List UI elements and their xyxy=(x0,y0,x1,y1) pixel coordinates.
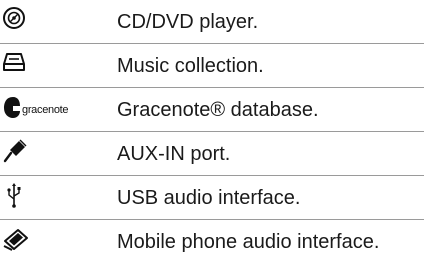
legend-label: Gracenote® database. xyxy=(117,99,319,121)
gracenote-logo-icon: gracenote xyxy=(0,88,96,132)
legend-row-mobile-phone: Mobile phone audio interface. xyxy=(0,220,424,264)
legend-row-music-collection: Music collection. xyxy=(0,44,424,88)
legend-label: AUX-IN port. xyxy=(117,143,231,165)
legend-label: CD/DVD player. xyxy=(117,11,259,33)
gracenote-wordmark: gracenote xyxy=(22,104,69,116)
usb-icon xyxy=(0,176,96,220)
music-collection-icon xyxy=(0,44,96,88)
legend-row-gracenote: gracenote Gracenote® database. xyxy=(0,88,424,132)
legend-row-aux-in: AUX-IN port. xyxy=(0,132,424,176)
symbol-legend: CD/DVD player. Music collection. graceno… xyxy=(0,0,424,266)
legend-row-usb: USB audio interface. xyxy=(0,176,424,220)
mobile-phone-audio-icon xyxy=(0,220,96,264)
legend-label: Music collection. xyxy=(117,55,264,77)
cd-dvd-icon xyxy=(0,0,96,44)
aux-in-plug-icon xyxy=(0,132,96,176)
legend-row-cd-dvd: CD/DVD player. xyxy=(0,0,424,44)
legend-label: USB audio interface. xyxy=(117,187,301,209)
legend-label: Mobile phone audio interface. xyxy=(117,231,380,253)
